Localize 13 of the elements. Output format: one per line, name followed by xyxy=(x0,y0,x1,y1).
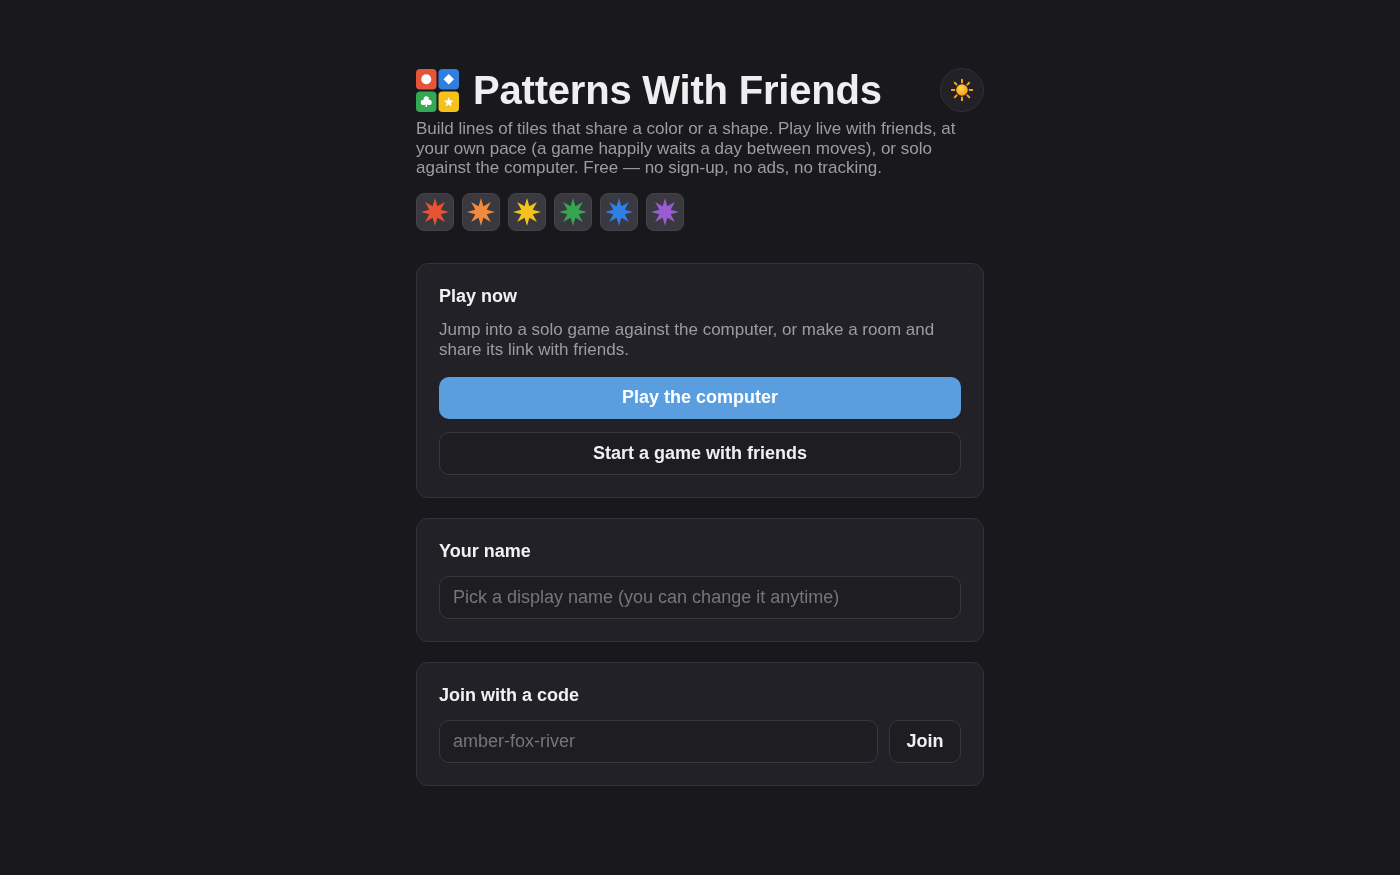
name-input[interactable]: Pick a display name (you can change it anytime) xyxy=(439,575,961,619)
logo-icon xyxy=(416,68,459,112)
start-game-button[interactable]: Start a game with friends xyxy=(439,431,961,475)
app-title: Patterns With Friends xyxy=(473,67,882,113)
card-title: Join with a code xyxy=(439,683,580,706)
theme-toggle-button[interactable] xyxy=(940,68,984,112)
card-description: Jump into a solo game against the computer, or make a room and share its link with friends. xyxy=(439,319,936,360)
card-title: Play now xyxy=(439,284,518,307)
intro-text: Build lines of tiles that share a color or a shape. Play live with friends, at your own pace (a game happily waits a day between moves), or solo against the computer. Free — no sign-up, no ads, no tracking. xyxy=(416,119,957,178)
sun-icon xyxy=(951,79,973,101)
join-button[interactable]: Join xyxy=(889,719,961,763)
card-title: Your name xyxy=(439,539,531,562)
code-input[interactable]: amber-fox-river xyxy=(439,719,878,763)
